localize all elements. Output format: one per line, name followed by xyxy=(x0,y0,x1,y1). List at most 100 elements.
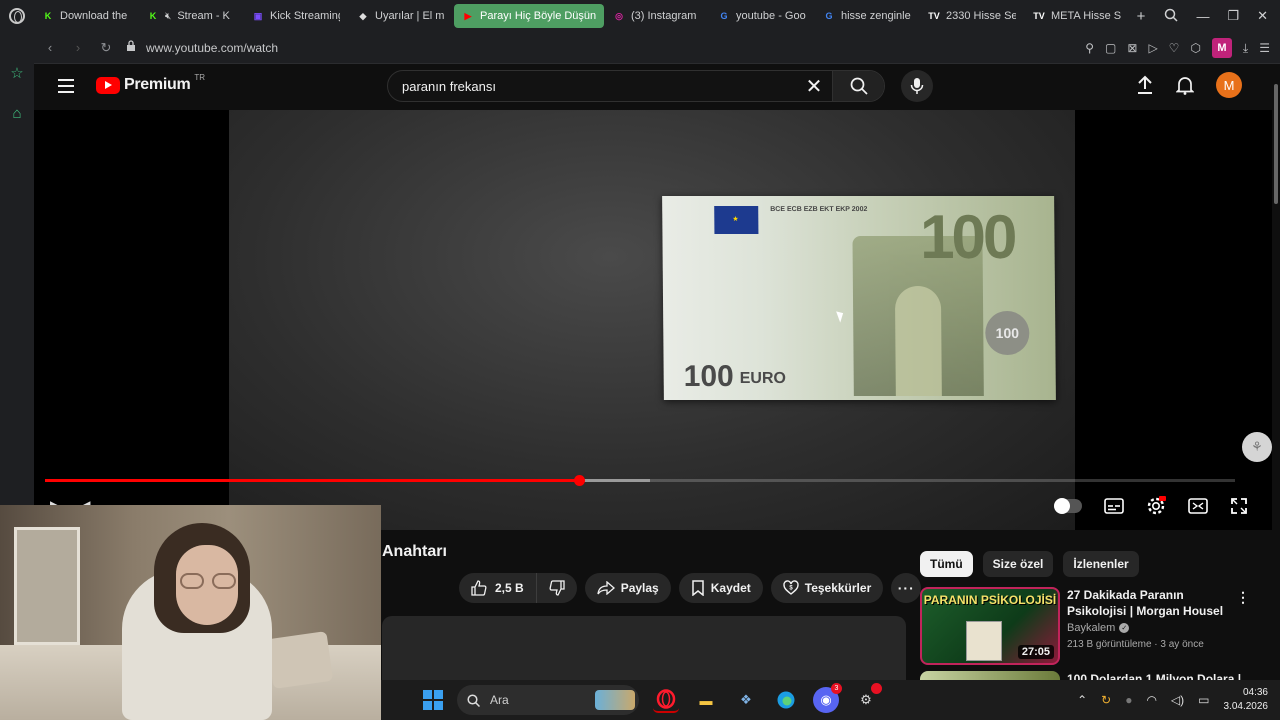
progress-bar[interactable] xyxy=(45,475,1235,486)
search-button[interactable] xyxy=(832,71,884,101)
settings-gear-icon[interactable] xyxy=(1146,496,1166,516)
forward-button[interactable]: › xyxy=(66,36,90,60)
clock-time: 04:36 xyxy=(1242,687,1268,698)
recommendation-thumbnail[interactable]: PARANIN PSİKOLOJİSİ 27:05 xyxy=(920,587,1060,665)
discord-icon[interactable]: ◉ 3 xyxy=(813,683,842,713)
search-box: ✕ xyxy=(387,70,885,102)
euro-banknote-image: ★ BCE ECB EZB EKT EKP 2002 100 100 100 E… xyxy=(662,196,1056,400)
recommendation-title[interactable]: 27 Dakikada Paranın Psikolojisi | Morgan… xyxy=(1067,587,1242,619)
filter-chip[interactable]: Size özel xyxy=(982,551,1054,577)
upload-icon[interactable] xyxy=(1136,75,1154,95)
video-duration: 27:05 xyxy=(1017,645,1054,659)
browser-tab[interactable]: TV META Hisse Se xyxy=(1025,4,1129,28)
scrollbar-thumb[interactable] xyxy=(1274,84,1278,204)
close-window-button[interactable]: ✕ xyxy=(1257,8,1268,24)
recommendation-channel[interactable]: Baykalem ✓ xyxy=(1067,622,1130,634)
profile-badge[interactable]: M xyxy=(1211,38,1232,58)
edge-icon[interactable] xyxy=(773,687,799,713)
file-explorer-icon[interactable]: ▬ xyxy=(693,687,719,713)
back-button[interactable]: ‹ xyxy=(38,36,62,60)
recommendation-item[interactable]: PARANIN PSİKOLOJİSİ 27:05 27 Dakikada Pa… xyxy=(920,587,1260,665)
speaker-icon[interactable]: ◁) xyxy=(1171,693,1184,707)
browser-tab[interactable]: ◆ Uyarılar | El m xyxy=(349,4,453,28)
browser-tab[interactable]: ▶ Parayı Hiç Böyle Düşün xyxy=(454,4,604,28)
address-bar-actions: ⚲ ▢ ⊠ ▷ ♡ ⬡ M ⤓ ☰ xyxy=(1085,32,1270,64)
subtitles-icon[interactable] xyxy=(1104,498,1124,514)
game-app-icon[interactable]: ⚙ xyxy=(853,683,882,713)
browser-tab[interactable]: TV 2330 Hisse Se xyxy=(920,4,1024,28)
easy-setup-icon[interactable]: ☰ xyxy=(1259,41,1270,55)
wifi-icon[interactable]: ◠ xyxy=(1146,693,1156,707)
tab-title: hisse zenginle xyxy=(841,10,911,22)
youtube-logo[interactable]: Premium TR xyxy=(96,73,205,94)
opera-menu-icon[interactable] xyxy=(0,0,34,32)
page-scrollbar[interactable] xyxy=(1272,64,1280,680)
browser-tab[interactable]: K 🔇︎ Stream - K xyxy=(139,4,243,28)
recommendation-thumbnail-2[interactable] xyxy=(920,671,1060,680)
fullscreen-icon[interactable] xyxy=(1230,497,1248,515)
menu-icon[interactable] xyxy=(58,79,74,93)
search-tabs-icon[interactable] xyxy=(1164,8,1178,25)
dislike-button[interactable] xyxy=(537,573,577,603)
autoplay-toggle[interactable] xyxy=(1054,498,1082,514)
taskbar-clock[interactable]: 04:36 3.04.2026 xyxy=(1224,686,1269,714)
channel-watermark-icon[interactable]: ⚘ xyxy=(1242,432,1272,462)
pin-icon[interactable]: ⚲ xyxy=(1085,41,1094,55)
video-actions: 2,5 B Paylaş Kaydet $ Teşekkürler ··· xyxy=(459,573,922,603)
filter-chip[interactable]: İzlenenler xyxy=(1063,551,1139,577)
opera-taskbar-icon[interactable] xyxy=(653,687,679,713)
description-box[interactable] xyxy=(382,616,906,680)
filter-chip[interactable]: Tümü xyxy=(920,551,973,577)
browser-tab[interactable]: Ghisse zenginle xyxy=(815,4,919,28)
app-grid-icon[interactable]: ❖ xyxy=(733,687,759,713)
tray-chevron-up-icon[interactable]: ⌃ xyxy=(1077,693,1087,707)
block-icon[interactable]: ⊠ xyxy=(1127,41,1137,55)
webcam-overlay xyxy=(0,505,381,720)
windows-start-icon[interactable] xyxy=(423,690,443,710)
minimize-button[interactable]: — xyxy=(1196,9,1209,24)
browser-tab[interactable]: K Download the l xyxy=(34,4,138,28)
microphone-tray-icon[interactable]: ● xyxy=(1125,693,1132,707)
video-player[interactable]: ★ BCE ECB EZB EKT EKP 2002 100 100 100 E… xyxy=(34,110,1272,530)
clear-search-icon[interactable]: ✕ xyxy=(796,74,832,99)
ai-assistant-icon[interactable]: ⌂ xyxy=(0,98,34,128)
share-button[interactable]: Paylaş xyxy=(584,573,671,603)
browser-tab[interactable]: ◎ (3) Instagram xyxy=(605,4,709,28)
extensions-icon[interactable]: ⬡ xyxy=(1190,41,1200,55)
recommendation-title-2[interactable]: 100 Dolardan 1 Milyon Dolara | xyxy=(1067,672,1242,680)
battery-icon[interactable]: ▭ xyxy=(1198,693,1209,707)
thanks-button[interactable]: $ Teşekkürler xyxy=(770,573,884,603)
notifications-bell-icon[interactable] xyxy=(1176,75,1194,95)
webcam-pillow xyxy=(266,631,334,689)
recommendation-menu-icon[interactable]: ⋮ xyxy=(1236,589,1250,606)
taskbar-search[interactable]: Ara xyxy=(457,685,639,715)
tab-title: META Hisse Se xyxy=(1051,10,1121,22)
player-icon[interactable]: ▷ xyxy=(1148,41,1157,55)
downloads-icon[interactable]: ⤓ xyxy=(1243,41,1248,56)
browser-tab[interactable]: ▣ Kick Streaming xyxy=(244,4,348,28)
url-field[interactable]: www.youtube.com/watch xyxy=(126,40,278,55)
reload-button[interactable]: ↻ xyxy=(94,36,118,60)
bookmark-icon xyxy=(691,580,704,596)
voice-search-button[interactable] xyxy=(901,70,933,102)
account-avatar[interactable]: M xyxy=(1216,72,1242,98)
tab-muted-icon[interactable]: 🔇︎ xyxy=(165,11,171,22)
browser-tab[interactable]: Gyoutube - Goo xyxy=(710,4,814,28)
heart-icon[interactable]: ♡ xyxy=(1169,41,1180,55)
sync-icon[interactable]: ↻ xyxy=(1101,693,1111,707)
video-title: Anahtarı xyxy=(382,543,447,560)
address-bar: ‹ › ↻ www.youtube.com/watch ⚲ ▢ ⊠ ▷ ♡ ⬡ … xyxy=(34,32,1280,64)
lock-icon xyxy=(126,40,136,55)
theater-mode-icon[interactable] xyxy=(1188,498,1208,514)
bookmarks-star-icon[interactable]: ☆ xyxy=(0,58,34,88)
new-tab-button[interactable]: + xyxy=(1130,5,1152,27)
save-button[interactable]: Kaydet xyxy=(678,573,763,603)
svg-text:$: $ xyxy=(789,586,793,592)
progress-played xyxy=(45,479,580,482)
like-button[interactable]: 2,5 B xyxy=(459,573,537,603)
snapshot-icon[interactable]: ▢ xyxy=(1105,41,1116,55)
maximize-button[interactable]: ❐ xyxy=(1227,8,1239,24)
banknote-codes: BCE ECB EZB EKT EKP 2002 xyxy=(770,206,868,213)
search-input[interactable] xyxy=(388,71,796,101)
more-actions-button[interactable]: ··· xyxy=(891,573,922,603)
